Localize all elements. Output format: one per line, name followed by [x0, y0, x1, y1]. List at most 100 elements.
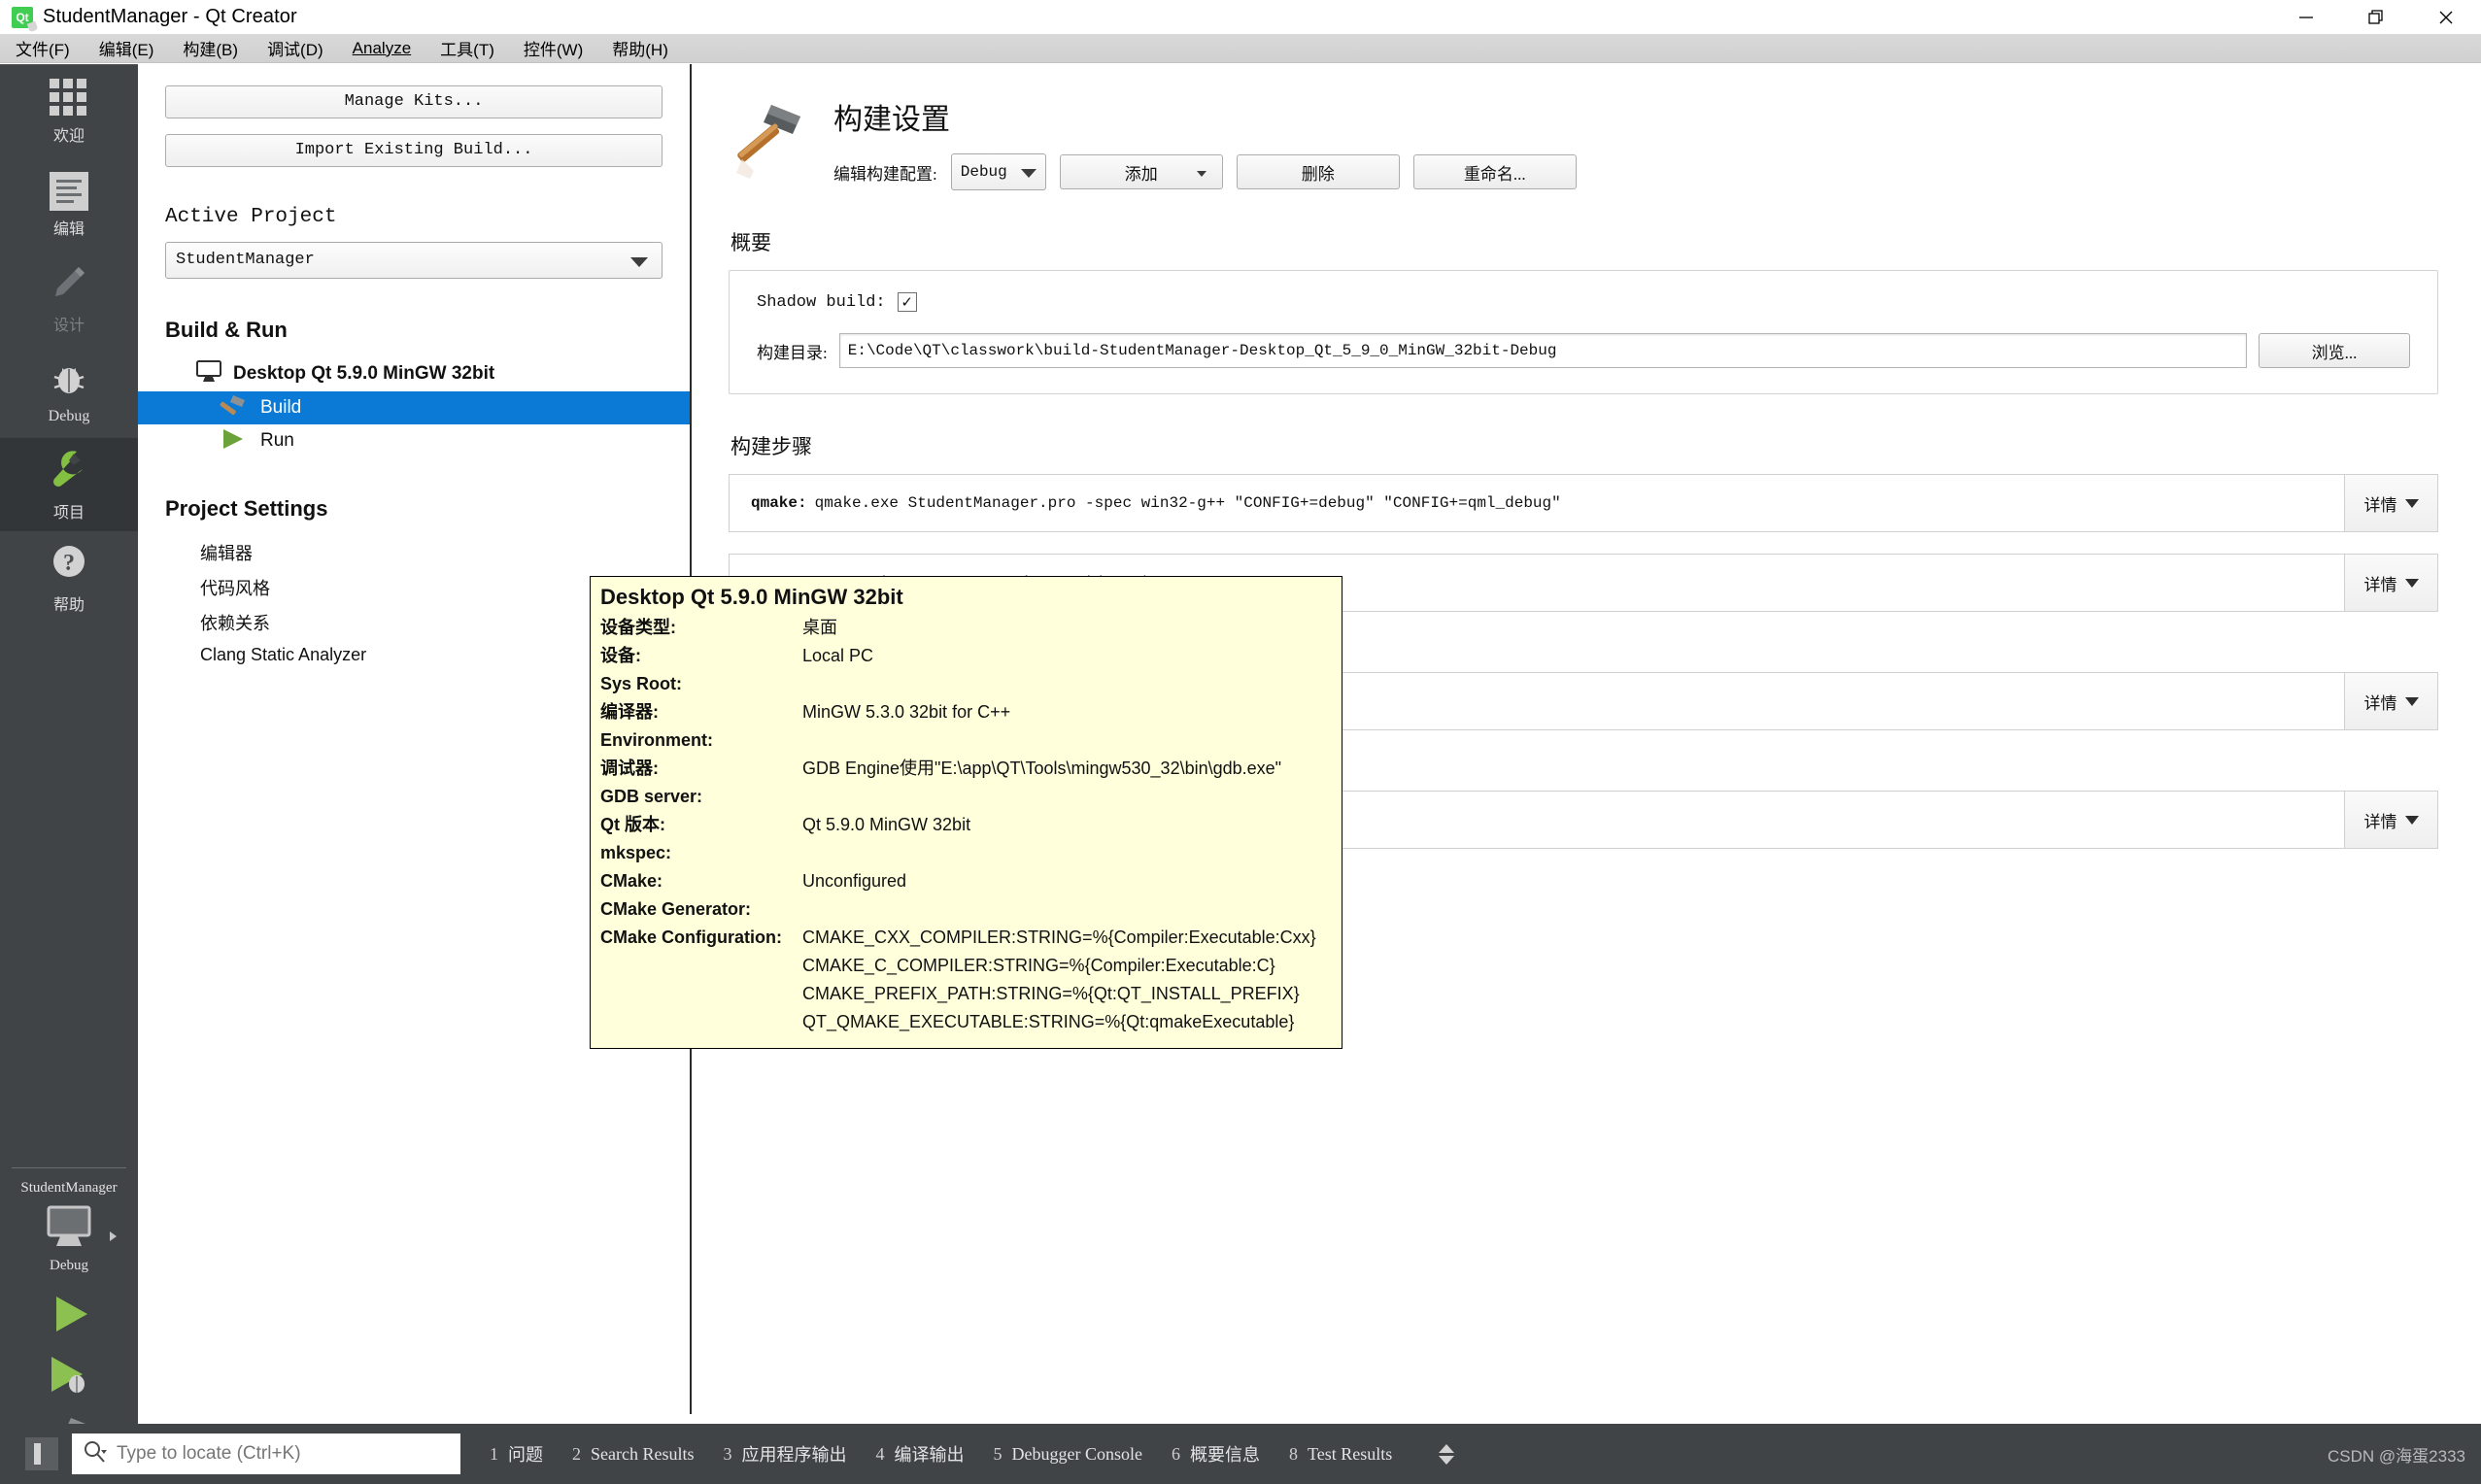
- chevron-down-icon: [2404, 815, 2419, 825]
- page-header-text: 构建设置 编辑构建配置: Debug 添加 删除 重命名...: [833, 95, 1577, 190]
- menu-build[interactable]: 构建(B): [169, 33, 252, 63]
- output-pane-label: Search Results: [591, 1443, 695, 1464]
- output-pane-navigation[interactable]: [1439, 1443, 1455, 1465]
- shadow-build-checkbox[interactable]: ✓: [897, 292, 917, 312]
- rename-build-config-button[interactable]: 重命名...: [1412, 154, 1577, 189]
- menu-file[interactable]: 文件(F): [2, 33, 84, 63]
- menu-debug[interactable]: 调试(D): [254, 33, 337, 63]
- build-step-details-label: 详情: [2363, 693, 2397, 713]
- output-pane-debugger-console[interactable]: 5 Debugger Console: [993, 1444, 1141, 1465]
- qt-creator-window: Qt StudentManager - Qt Creator 文件(F) 编辑(…: [0, 0, 2481, 1484]
- tooltip-row: Qt 版本: Qt 5.9.0 MinGW 32bit: [600, 811, 1332, 839]
- build-directory-row: 构建目录: E:\Code\QT\classwork\build-Student…: [757, 333, 2410, 368]
- play-icon: [218, 426, 247, 456]
- minimize-button[interactable]: [2271, 0, 2341, 34]
- kit-build-config: Debug: [50, 1258, 88, 1273]
- sidebar-item-dependencies[interactable]: 依赖关系: [165, 605, 663, 640]
- mode-help[interactable]: ? 帮助: [0, 531, 138, 624]
- mode-projects[interactable]: 项目: [0, 438, 138, 531]
- sidebar-item-code-style[interactable]: 代码风格: [165, 570, 663, 605]
- tooltip-key: GDB server:: [600, 787, 703, 806]
- mode-help-label: 帮助: [52, 597, 85, 614]
- output-pane-number: 1: [490, 1443, 498, 1464]
- output-pane-label: Test Results: [1307, 1443, 1393, 1464]
- sidebar-item-editor[interactable]: 编辑器: [165, 535, 663, 570]
- tooltip-key: mkspec:: [600, 843, 672, 862]
- output-pane-issues[interactable]: 1 问题: [490, 1441, 543, 1467]
- tooltip-value: 桌面: [802, 618, 837, 637]
- output-pane-test-results[interactable]: 8 Test Results: [1289, 1444, 1392, 1465]
- sidebar-item-build[interactable]: Build: [138, 391, 690, 424]
- build-step-details-button[interactable]: 详情: [2344, 673, 2437, 729]
- menu-window[interactable]: 控件(W): [510, 33, 596, 63]
- active-project-select[interactable]: StudentManager: [165, 242, 663, 279]
- qt-logo-icon: Qt: [12, 6, 33, 28]
- tooltip-key: Qt 版本:: [600, 815, 665, 834]
- tooltip-key: 设备类型:: [600, 618, 676, 637]
- sidebar-toggle-icon[interactable]: [25, 1437, 58, 1470]
- search-input[interactable]: Type to locate (Ctrl+K): [72, 1433, 460, 1474]
- menu-help[interactable]: 帮助(H): [598, 33, 682, 63]
- chevron-down-icon: [630, 257, 648, 267]
- tooltip-row: CMake Generator:: [600, 895, 1332, 924]
- svg-text:?: ?: [63, 551, 75, 576]
- status-bar: Type to locate (Ctrl+K) 1 问题 2 Search Re…: [0, 1424, 2481, 1484]
- output-pane-label: 问题: [508, 1445, 543, 1465]
- sidebar-item-run[interactable]: Run: [165, 424, 663, 457]
- build-config-value: Debug: [960, 163, 1007, 181]
- mode-design[interactable]: 设计: [0, 252, 138, 345]
- tooltip-key: CMake:: [600, 871, 663, 891]
- tooltip-row: mkspec:: [600, 839, 1332, 867]
- output-pane-number: 8: [1288, 1443, 1298, 1464]
- mode-edit[interactable]: 编辑: [0, 158, 138, 252]
- hammer-icon: [729, 95, 812, 186]
- mode-debug[interactable]: Debug: [0, 345, 138, 438]
- tooltip-row: CMake Configuration: CMAKE_CXX_COMPILER:S…: [600, 924, 1332, 1036]
- kit-target[interactable]: Debug: [0, 1204, 138, 1274]
- build-step-details-button[interactable]: 详情: [2344, 475, 2437, 531]
- mode-debug-label: Debug: [48, 408, 90, 424]
- window-title: StudentManager - Qt Creator: [43, 6, 297, 27]
- tooltip-key: CMake Configuration:: [600, 928, 782, 947]
- page-header: 构建设置 编辑构建配置: Debug 添加 删除 重命名...: [729, 95, 2438, 190]
- close-button[interactable]: [2411, 0, 2481, 34]
- watermark: CSDN @海蛋2333: [2328, 1446, 2465, 1466]
- build-run-heading: Build & Run: [165, 318, 288, 342]
- browse-button[interactable]: 浏览...: [2259, 333, 2410, 368]
- menu-tools[interactable]: 工具(T): [426, 33, 508, 63]
- kit-entry[interactable]: Desktop Qt 5.9.0 MinGW 32bit: [165, 356, 663, 391]
- build-step-command: qmake.exe StudentManager.pro -spec win32…: [814, 494, 1561, 512]
- build-config-select[interactable]: Debug: [950, 153, 1046, 190]
- menu-analyze[interactable]: Analyze: [339, 36, 425, 61]
- output-pane-compile-output[interactable]: 4 编译输出: [875, 1441, 964, 1467]
- run-debug-button[interactable]: [0, 1352, 138, 1397]
- tooltip-value: Local PC: [802, 646, 874, 665]
- tooltip-title: Desktop Qt 5.9.0 MinGW 32bit: [600, 585, 903, 609]
- build-step-details-button[interactable]: 详情: [2344, 792, 2437, 848]
- tooltip-key: Sys Root:: [600, 674, 683, 693]
- output-pane-application-output[interactable]: 3 应用程序输出: [723, 1441, 846, 1467]
- menu-edit[interactable]: 编辑(E): [85, 33, 168, 63]
- run-button[interactable]: [0, 1292, 138, 1336]
- manage-kits-button[interactable]: Manage Kits...: [165, 85, 663, 118]
- sidebar-item-clang-static-analyzer[interactable]: Clang Static Analyzer: [165, 640, 663, 670]
- sidebar-item-run-label: Run: [260, 430, 294, 451]
- build-step-body[interactable]: qmake: qmake.exe StudentManager.pro -spe…: [730, 475, 2344, 531]
- output-pane-search-results[interactable]: 2 Search Results: [572, 1444, 694, 1465]
- mode-welcome[interactable]: 欢迎: [0, 65, 138, 158]
- add-build-config-button[interactable]: 添加: [1059, 154, 1223, 189]
- output-pane-general-messages[interactable]: 6 概要信息: [1172, 1441, 1260, 1467]
- page-title: 构建设置: [833, 104, 950, 136]
- tooltip-row: 设备: Local PC: [600, 642, 1332, 670]
- kit-project-name: StudentManager: [20, 1180, 118, 1196]
- restore-button[interactable]: [2341, 0, 2411, 34]
- shadow-build-row: Shadow build: ✓: [757, 292, 2410, 312]
- tooltip-value: Qt 5.9.0 MinGW 32bit: [802, 815, 971, 834]
- build-directory-input[interactable]: E:\Code\QT\classwork\build-StudentManage…: [838, 333, 2247, 368]
- chevron-up-icon: [1439, 1443, 1455, 1453]
- active-project-heading: Active Project: [165, 206, 337, 228]
- build-step-details-button[interactable]: 详情: [2344, 555, 2437, 611]
- build-step-details-label: 详情: [2363, 575, 2397, 594]
- import-existing-build-button[interactable]: Import Existing Build...: [165, 134, 663, 167]
- remove-build-config-button[interactable]: 删除: [1236, 154, 1400, 189]
